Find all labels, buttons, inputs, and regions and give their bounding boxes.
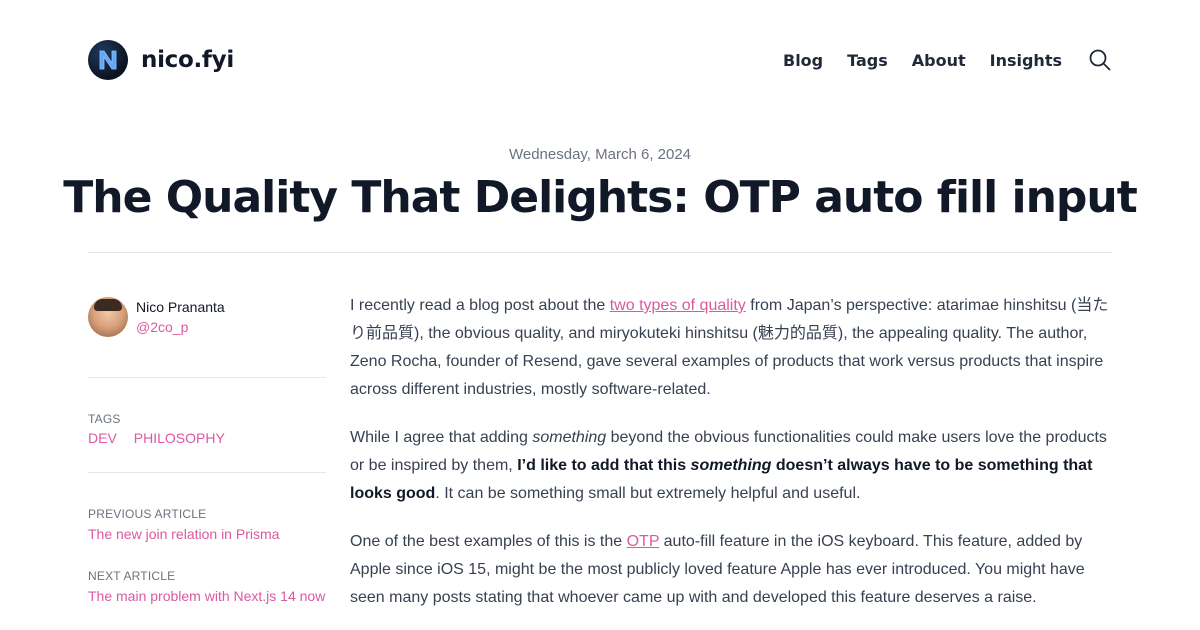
tag-dev[interactable]: dev	[88, 429, 117, 447]
paragraph-3: One of the best examples of this is the …	[350, 528, 1115, 612]
p3-text-a: One of the best examples of this is the	[350, 533, 627, 550]
paragraph-2: While I agree that adding something beyo…	[350, 424, 1115, 508]
next-article-label: Next Article	[88, 569, 176, 583]
site-name: nico.fyi	[141, 47, 234, 73]
p2-bold-a: I’d like to add that this	[517, 457, 691, 474]
post-sidebar: Nico Prananta @2co_p Tags dev philosophy…	[88, 297, 326, 606]
next-article: Next Article The main problem with Next.…	[88, 568, 326, 606]
nav-about[interactable]: About	[912, 51, 966, 70]
otp-link[interactable]: OTP	[627, 533, 660, 550]
previous-article-label: Previous Article	[88, 507, 207, 521]
next-article-link[interactable]: The main problem with Next.js 14 now	[88, 586, 326, 606]
article-body: I recently read a blog post about the tw…	[350, 292, 1115, 630]
home-link[interactable]: nico.fyi	[88, 40, 234, 80]
tag-list: dev philosophy	[88, 429, 326, 447]
post-title: The Quality That Delights: OTP auto fill…	[63, 172, 1138, 223]
avatar	[88, 297, 128, 337]
author-handle-link[interactable]: @2co_p	[136, 317, 225, 337]
author-name: Nico Prananta	[136, 299, 225, 315]
main-nav: Blog Tags About Insights	[783, 48, 1112, 72]
title-divider	[88, 252, 1112, 253]
site-header: nico.fyi Blog Tags About Insights	[88, 40, 1112, 80]
tags-section: Tags dev philosophy	[88, 411, 326, 447]
paragraph-1: I recently read a blog post about the tw…	[350, 292, 1115, 404]
post-date: Wednesday, March 6, 2024	[508, 146, 692, 163]
logo-n-icon	[99, 50, 117, 70]
search-icon	[1089, 49, 1111, 71]
tag-philosophy[interactable]: philosophy	[134, 429, 225, 447]
nav-blog[interactable]: Blog	[783, 51, 823, 70]
tags-label: Tags	[88, 412, 121, 426]
p1-text-before: I recently read a blog post about the	[350, 297, 610, 314]
nav-tags[interactable]: Tags	[847, 51, 888, 70]
previous-article: Previous Article The new join relation i…	[88, 506, 326, 544]
author-block: Nico Prananta @2co_p	[88, 297, 326, 337]
p2-bold-emphasis: something	[690, 457, 772, 474]
sidebar-divider	[88, 377, 326, 378]
p2-text-c: . It can be something small but extremel…	[435, 485, 861, 502]
search-button[interactable]	[1088, 48, 1112, 72]
p2-emphasis: something	[532, 429, 607, 446]
p2-text-a: While I agree that adding	[350, 429, 533, 446]
two-types-of-quality-link[interactable]: two types of quality	[610, 297, 746, 314]
nav-insights[interactable]: Insights	[990, 51, 1062, 70]
previous-article-link[interactable]: The new join relation in Prisma	[88, 524, 326, 544]
site-logo	[88, 40, 128, 80]
sidebar-divider	[88, 472, 326, 473]
